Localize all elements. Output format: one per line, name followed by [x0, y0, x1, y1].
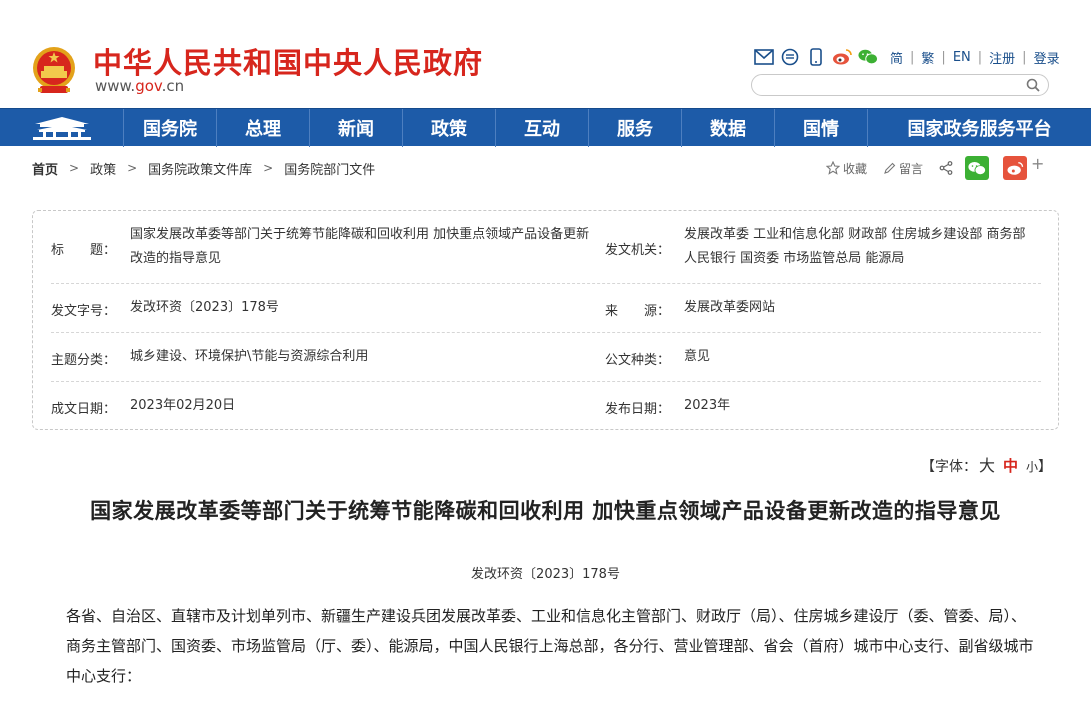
lang-traditional-link[interactable]: 繁: [921, 48, 934, 67]
breadcrumb-home[interactable]: 首页: [32, 159, 58, 178]
mail-icon[interactable]: [754, 47, 774, 67]
comment-button[interactable]: 留言: [883, 160, 923, 177]
breadcrumb-department-docs[interactable]: 国务院部门文件: [284, 159, 375, 178]
national-emblem-icon[interactable]: [30, 44, 78, 96]
topic-value: 城乡建设、环境保护\节能与资源综合利用: [130, 349, 369, 364]
main-nav: 国务院 总理 新闻 政策 互动 服务 数据 国情 国家政务服务平台: [0, 108, 1091, 147]
info-row-docno: 发文字号： 发改环资〔2023〕178号 来 源： 发展改革委网站: [51, 284, 1041, 333]
pencil-icon: [884, 162, 896, 174]
article-doc-number: 发改环资〔2023〕178号: [471, 567, 620, 582]
font-size-prefix: 【字体：: [921, 459, 977, 475]
login-link[interactable]: 登录: [1034, 48, 1060, 67]
weibo-share-button[interactable]: [1003, 156, 1028, 180]
search-box: [751, 74, 1049, 96]
nav-item-interaction[interactable]: 互动: [495, 109, 588, 147]
mobile-icon[interactable]: [806, 47, 826, 67]
separator: |: [977, 49, 983, 65]
font-size-control: 【字体：大中小】: [921, 452, 1052, 476]
separator: |: [1022, 49, 1027, 65]
info-row-topic: 主题分类： 城乡建设、环境保护\节能与资源综合利用 公文种类： 意见: [51, 333, 1041, 382]
nav-item-state-council[interactable]: 国务院: [123, 109, 216, 147]
domain-prefix: www.: [95, 77, 136, 95]
info-row-dates: 成文日期： 2023年02月20日 发布日期： 2023年: [51, 382, 1041, 430]
site-domain: www.gov.cn: [95, 77, 184, 95]
breadcrumb-policy[interactable]: 政策: [90, 159, 116, 178]
share-tools: 收藏 留言 +: [826, 154, 1044, 182]
wechat-icon[interactable]: [858, 47, 878, 67]
nav-item-service-platform[interactable]: 国家政务服务平台: [867, 109, 1091, 147]
register-link[interactable]: 注册: [989, 48, 1015, 67]
separator: |: [910, 49, 915, 65]
tiananmen-icon: [32, 117, 91, 140]
search-input[interactable]: [762, 77, 1022, 93]
nav-item-premier[interactable]: 总理: [216, 109, 309, 147]
breadcrumb: 首页 > 政策 > 国务院政策文件库 > 国务院部门文件: [32, 158, 375, 178]
separator: |: [941, 49, 946, 65]
message-icon[interactable]: [780, 47, 800, 67]
site-title[interactable]: 中华人民共和国中央人民政府: [93, 40, 483, 82]
share-button[interactable]: [939, 161, 953, 175]
nav-item-national-info[interactable]: 国情: [774, 109, 867, 147]
source-value: 发展改革委网站: [684, 300, 776, 315]
breadcrumb-policy-library[interactable]: 国务院政策文件库: [148, 159, 252, 178]
issuer-label: 发文机关：: [605, 243, 671, 258]
more-share-icon[interactable]: +: [1031, 154, 1044, 173]
wechat-icon: [968, 161, 987, 175]
docno-label: 发文字号：: [51, 304, 117, 319]
source-label: 来 源：: [605, 304, 671, 319]
domain-suffix: .cn: [161, 77, 185, 95]
title-label: 标 题：: [51, 243, 117, 258]
comment-label: 留言: [899, 161, 924, 176]
nav-items: 国务院 总理 新闻 政策 互动 服务 数据 国情 国家政务服务平台: [123, 109, 1091, 147]
font-size-medium-button[interactable]: 中: [1003, 457, 1018, 475]
topic-label: 主题分类：: [51, 353, 117, 368]
language-links: 简 | 繁 | EN | 注册 | 登录: [890, 48, 1060, 67]
created-value: 2023年02月20日: [130, 398, 236, 413]
favorite-label: 收藏: [843, 161, 868, 176]
document-info-table: 标 题： 国家发展改革委等部门关于统筹节能降碳和回收利用 加快重点领域产品设备更…: [32, 210, 1059, 430]
search-icon[interactable]: [1026, 78, 1040, 92]
nav-item-news[interactable]: 新闻: [309, 109, 402, 147]
nav-item-services[interactable]: 服务: [588, 109, 681, 147]
lang-english-link[interactable]: EN: [953, 50, 971, 65]
site-header: 中华人民共和国中央人民政府 www.gov.cn 简 | 繁 | EN | 注册…: [0, 0, 1091, 108]
published-label: 发布日期：: [605, 402, 671, 417]
font-size-big-button[interactable]: 大: [979, 456, 995, 475]
type-label: 公文种类：: [605, 353, 671, 368]
share-icon: [939, 161, 953, 175]
favorite-button[interactable]: 收藏: [826, 160, 867, 177]
info-row-title: 标 题： 国家发展改革委等部门关于统筹节能降碳和回收利用 加快重点领域产品设备更…: [51, 211, 1041, 284]
type-value: 意见: [684, 349, 711, 364]
chevron-right-icon: >: [69, 161, 80, 175]
article-body: 各省、自治区、直辖市及计划单列市、新疆生产建设兵团发展改革委、工业和信息化主管部…: [66, 607, 1034, 685]
star-icon: [826, 161, 840, 175]
chevron-right-icon: >: [127, 161, 138, 175]
domain-highlight: gov: [135, 77, 162, 95]
issuer-value: 发展改革委 工业和信息化部 财政部 住房城乡建设部 商务部 人民银行 国资委 市…: [684, 227, 1026, 266]
chevron-right-icon: >: [263, 161, 274, 175]
nav-item-policy[interactable]: 政策: [402, 109, 495, 147]
font-size-suffix: 】: [1038, 459, 1053, 475]
font-size-small-button[interactable]: 小: [1026, 460, 1038, 474]
article-title: 国家发展改革委等部门关于统筹节能降碳和回收利用 加快重点领域产品设备更新改造的指…: [90, 498, 1001, 523]
created-label: 成文日期：: [51, 402, 117, 417]
lang-simplified-link[interactable]: 简: [890, 48, 903, 67]
wechat-share-button[interactable]: [965, 156, 990, 180]
title-value: 国家发展改革委等部门关于统筹节能降碳和回收利用 加快重点领域产品设备更新改造的指…: [130, 227, 590, 266]
weibo-icon[interactable]: [832, 47, 852, 67]
nav-home-logo[interactable]: [0, 109, 123, 147]
top-tools: 简 | 繁 | EN | 注册 | 登录: [754, 46, 1060, 68]
published-value: 2023年: [684, 398, 731, 413]
docno-value: 发改环资〔2023〕178号: [130, 300, 279, 315]
nav-item-data[interactable]: 数据: [681, 109, 774, 147]
weibo-icon: [1007, 161, 1024, 175]
